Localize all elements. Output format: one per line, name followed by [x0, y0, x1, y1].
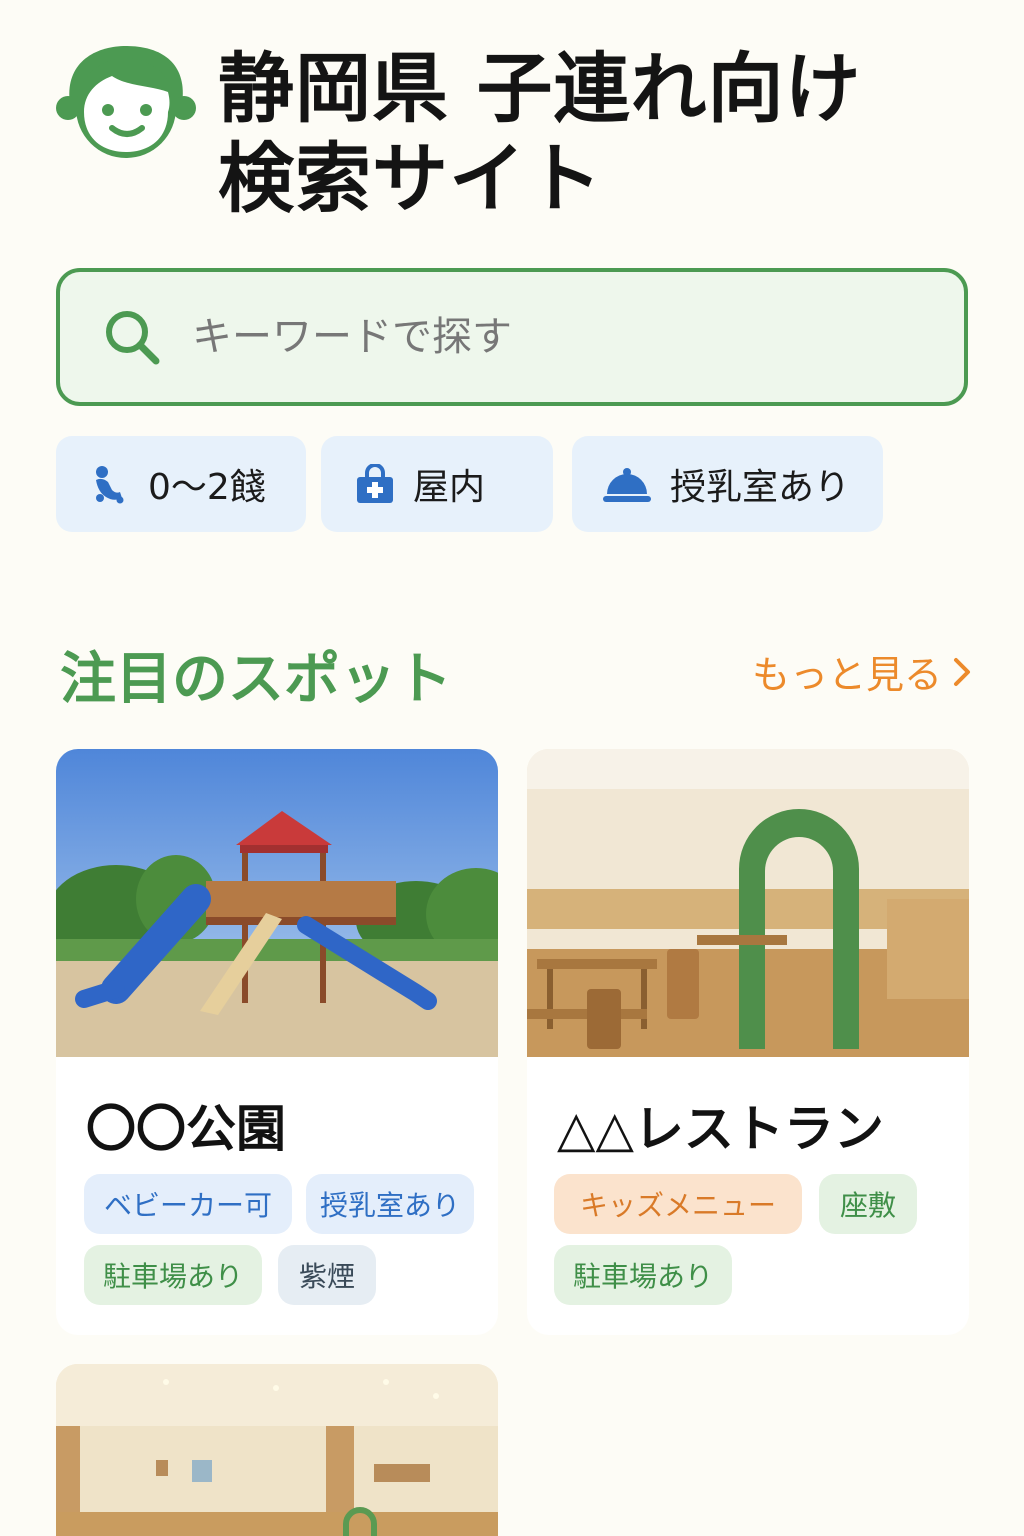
title-line-1: 静岡県 子連れ向け: [218, 44, 862, 133]
section-title: 注目のスポット: [60, 647, 452, 712]
filter-chip-age[interactable]: 0〜2餞: [56, 436, 306, 532]
search-bar[interactable]: [56, 268, 968, 406]
tag-parking: 駐車場あり: [554, 1245, 732, 1305]
filter-chip-label: 屋内: [413, 467, 486, 508]
filter-chip-nursing-room[interactable]: 授乳室あり: [572, 436, 883, 532]
title-line-2: 検索サイト: [218, 134, 603, 223]
building-plus-icon: [357, 464, 393, 503]
see-more-link[interactable]: もっと見る: [752, 644, 974, 699]
spot-card-park[interactable]: 〇〇公園 ベビーカー可 授乳室あり 駐車場あり 紫煙: [56, 749, 498, 1335]
spot-card-restaurant[interactable]: △△レストラン キッズメニュー 座敷 駐車場あり: [527, 749, 969, 1335]
filter-chip-label: 0〜2餞: [148, 467, 266, 508]
page-title: 静岡県 子連れ向け 検索サイト: [218, 44, 958, 224]
search-icon: [106, 311, 160, 365]
tag-tatami: 座敷: [819, 1174, 917, 1234]
filter-chip-indoor[interactable]: 屋内: [321, 436, 553, 532]
site-header: 静岡県 子連れ向け 検索サイト: [56, 40, 968, 230]
spot-card-third[interactable]: [56, 1364, 498, 1536]
tag-stroller-ok: ベビーカー可: [84, 1174, 292, 1234]
cloche-icon: [603, 468, 651, 502]
park-playground-image: [56, 749, 498, 1057]
baby-crawling-icon: [96, 466, 124, 504]
tag-kids-menu: キッズメニュー: [554, 1174, 802, 1234]
see-more-label: もっと見る: [752, 653, 943, 697]
page: 静岡県 子連れ向け 検索サイト 0〜2餞 屋内: [0, 0, 1024, 1536]
spot-name: 〇〇公園: [86, 1100, 286, 1158]
indoor-facility-image: [56, 1364, 498, 1536]
spot-name: △△レストラン: [557, 1100, 884, 1158]
filter-chip-label: 授乳室あり: [670, 467, 851, 508]
tag-smoking: 紫煙: [278, 1245, 376, 1305]
search-input[interactable]: [192, 314, 912, 360]
child-face-logo-icon[interactable]: [56, 42, 196, 164]
restaurant-interior-image: [527, 749, 969, 1057]
chevron-right-icon: [954, 657, 971, 686]
tag-parking: 駐車場あり: [84, 1245, 262, 1305]
tag-nursing-room: 授乳室あり: [306, 1174, 474, 1234]
